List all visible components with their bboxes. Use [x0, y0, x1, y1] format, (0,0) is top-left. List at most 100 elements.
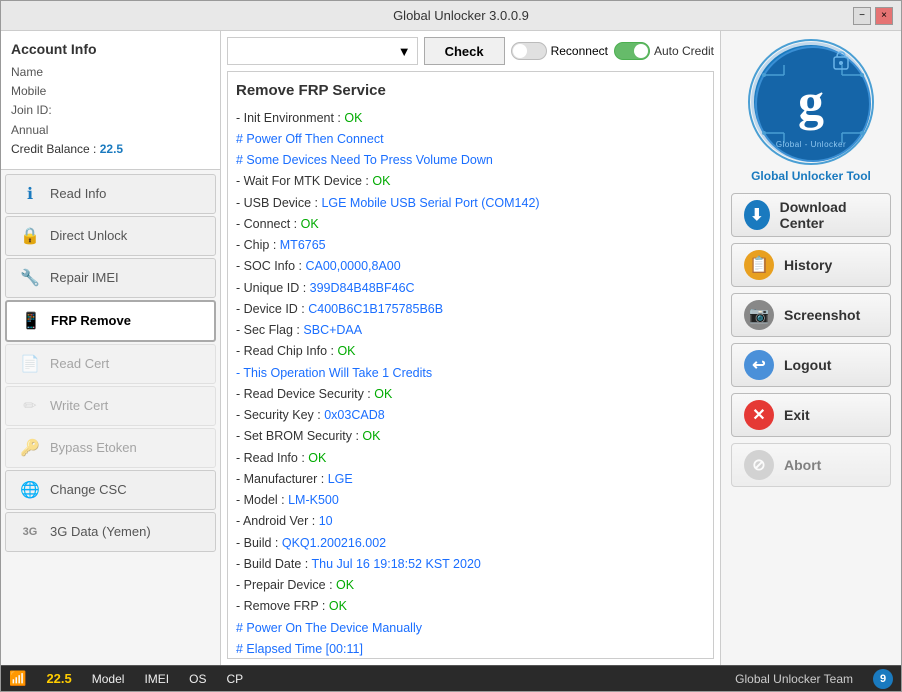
abort-icon: ⊘: [744, 450, 774, 480]
log-line: - Remove FRP : OK: [236, 596, 705, 617]
bypass-etoken-icon: 🔑: [18, 436, 42, 460]
log-title: Remove FRP Service: [236, 78, 705, 104]
read-info-icon: ℹ: [18, 182, 42, 206]
account-credit-label: Credit Balance : 22.5: [11, 140, 210, 159]
title-bar: Global Unlocker 3.0.0.9 − ×: [1, 1, 901, 31]
log-line: # Power Off Then Connect: [236, 129, 705, 150]
right-panel: g Global - Unlocker Global Unlocker Tool…: [721, 31, 901, 665]
logout-button[interactable]: ↩ Logout: [731, 343, 891, 387]
minimize-button[interactable]: −: [853, 7, 871, 25]
status-credit: 22.5: [46, 671, 71, 686]
reconnect-label: Reconnect: [551, 44, 608, 58]
wifi-icon: 📶: [9, 670, 26, 687]
check-button[interactable]: Check: [424, 37, 505, 65]
log-line: - Init Environment : OK: [236, 108, 705, 129]
logo-brand-text: Global - Unlocker: [754, 140, 868, 149]
log-line: - Connect : OK: [236, 214, 705, 235]
status-imei-label: IMEI: [144, 672, 169, 686]
account-annual-label: Annual: [11, 121, 210, 140]
main-window: Global Unlocker 3.0.0.9 − × Account Info…: [0, 0, 902, 692]
account-joinid-label: Join ID:: [11, 101, 210, 120]
account-info-title: Account Info: [11, 41, 210, 57]
auto-credit-thumb: [634, 44, 648, 58]
sidebar-buttons: ℹ Read Info 🔒 Direct Unlock 🔧 Repair IME…: [1, 170, 220, 665]
main-content: Account Info Name Mobile Join ID: Annual…: [1, 31, 901, 665]
logout-icon: ↩: [744, 350, 774, 380]
logout-label: Logout: [784, 357, 831, 373]
logo-ring: g Global - Unlocker: [748, 39, 874, 165]
sidebar-item-write-cert[interactable]: ✏ Write Cert: [5, 386, 216, 426]
log-line: - Model : LM-K500: [236, 490, 705, 511]
reconnect-thumb: [513, 44, 527, 58]
history-icon: 📋: [744, 250, 774, 280]
status-bar: 📶 22.5 Model IMEI OS CP Global Unlocker …: [1, 665, 901, 691]
frp-remove-icon: 📱: [19, 309, 43, 333]
chevron-down-icon: ▼: [398, 44, 411, 59]
log-line: # Elapsed Time [00:11]: [236, 639, 705, 659]
log-line: - Security Key : 0x03CAD8: [236, 405, 705, 426]
log-line: - Set BROM Security : OK: [236, 426, 705, 447]
exit-button[interactable]: ✕ Exit: [731, 393, 891, 437]
auto-credit-section: Auto Credit: [614, 42, 714, 60]
direct-unlock-icon: 🔒: [18, 224, 42, 248]
status-team: Global Unlocker Team: [735, 672, 853, 686]
log-line: - Android Ver : 10: [236, 511, 705, 532]
logo-letter: g: [798, 73, 824, 132]
history-button[interactable]: 📋 History: [731, 243, 891, 287]
log-line: - USB Device : LGE Mobile USB Serial Por…: [236, 193, 705, 214]
sidebar-item-label: FRP Remove: [51, 313, 131, 328]
device-dropdown[interactable]: ▼: [227, 37, 418, 65]
account-name-label: Name: [11, 63, 210, 82]
sidebar-item-label: Repair IMEI: [50, 270, 119, 285]
log-line: - Read Info : OK: [236, 448, 705, 469]
sidebar-item-label: Read Cert: [50, 356, 109, 371]
exit-icon: ✕: [744, 400, 774, 430]
log-area: Remove FRP Service - Init Environment : …: [227, 71, 714, 659]
log-line: - Build : QKQ1.200216.002: [236, 533, 705, 554]
auto-credit-toggle[interactable]: [614, 42, 650, 60]
sidebar-item-3g-data[interactable]: 3G 3G Data (Yemen): [5, 512, 216, 552]
sidebar-item-read-cert[interactable]: 📄 Read Cert: [5, 344, 216, 384]
sidebar-item-label: Read Info: [50, 186, 106, 201]
log-line: - Sec Flag : SBC+DAA: [236, 320, 705, 341]
log-line: - Device ID : C400B6C1B175785B6B: [236, 299, 705, 320]
sidebar-item-read-info[interactable]: ℹ Read Info: [5, 174, 216, 214]
change-csc-icon: 🌐: [18, 478, 42, 502]
log-line: - Read Device Security : OK: [236, 384, 705, 405]
logo-subtitle: Global Unlocker Tool: [751, 169, 871, 183]
sidebar-item-change-csc[interactable]: 🌐 Change CSC: [5, 470, 216, 510]
sidebar-item-frp-remove[interactable]: 📱 FRP Remove: [5, 300, 216, 342]
sidebar: Account Info Name Mobile Join ID: Annual…: [1, 31, 221, 665]
close-button[interactable]: ×: [875, 7, 893, 25]
sidebar-item-label: Bypass Etoken: [50, 440, 137, 455]
screenshot-button[interactable]: 📷 Screenshot: [731, 293, 891, 337]
account-info-panel: Account Info Name Mobile Join ID: Annual…: [1, 31, 220, 170]
abort-label: Abort: [784, 457, 821, 473]
account-mobile-label: Mobile: [11, 82, 210, 101]
sidebar-item-label: Change CSC: [50, 482, 127, 497]
download-center-button[interactable]: ⬇ Download Center: [731, 193, 891, 237]
log-line: - Build Date : Thu Jul 16 19:18:52 KST 2…: [236, 554, 705, 575]
log-line: - Wait For MTK Device : OK: [236, 171, 705, 192]
download-center-label: Download Center: [780, 199, 878, 231]
log-line: # Some Devices Need To Press Volume Down: [236, 150, 705, 171]
window-title: Global Unlocker 3.0.0.9: [69, 8, 853, 23]
center-panel: ▼ Check Reconnect Auto Credit Remo: [221, 31, 721, 665]
reconnect-toggle[interactable]: [511, 42, 547, 60]
repair-imei-icon: 🔧: [18, 266, 42, 290]
sidebar-item-bypass-etoken[interactable]: 🔑 Bypass Etoken: [5, 428, 216, 468]
log-line: - Prepair Device : OK: [236, 575, 705, 596]
log-line: - Read Chip Info : OK: [236, 341, 705, 362]
abort-button[interactable]: ⊘ Abort: [731, 443, 891, 487]
log-line: - Manufacturer : LGE: [236, 469, 705, 490]
status-badge: 9: [873, 669, 893, 689]
log-line: - SOC Info : CA00,0000,8A00: [236, 256, 705, 277]
sidebar-item-label: Write Cert: [50, 398, 108, 413]
read-cert-icon: 📄: [18, 352, 42, 376]
sidebar-item-direct-unlock[interactable]: 🔒 Direct Unlock: [5, 216, 216, 256]
auto-credit-label: Auto Credit: [654, 44, 714, 58]
sidebar-item-repair-imei[interactable]: 🔧 Repair IMEI: [5, 258, 216, 298]
window-controls: − ×: [853, 7, 893, 25]
log-line: - Unique ID : 399D84B48BF46C: [236, 278, 705, 299]
exit-label: Exit: [784, 407, 810, 423]
